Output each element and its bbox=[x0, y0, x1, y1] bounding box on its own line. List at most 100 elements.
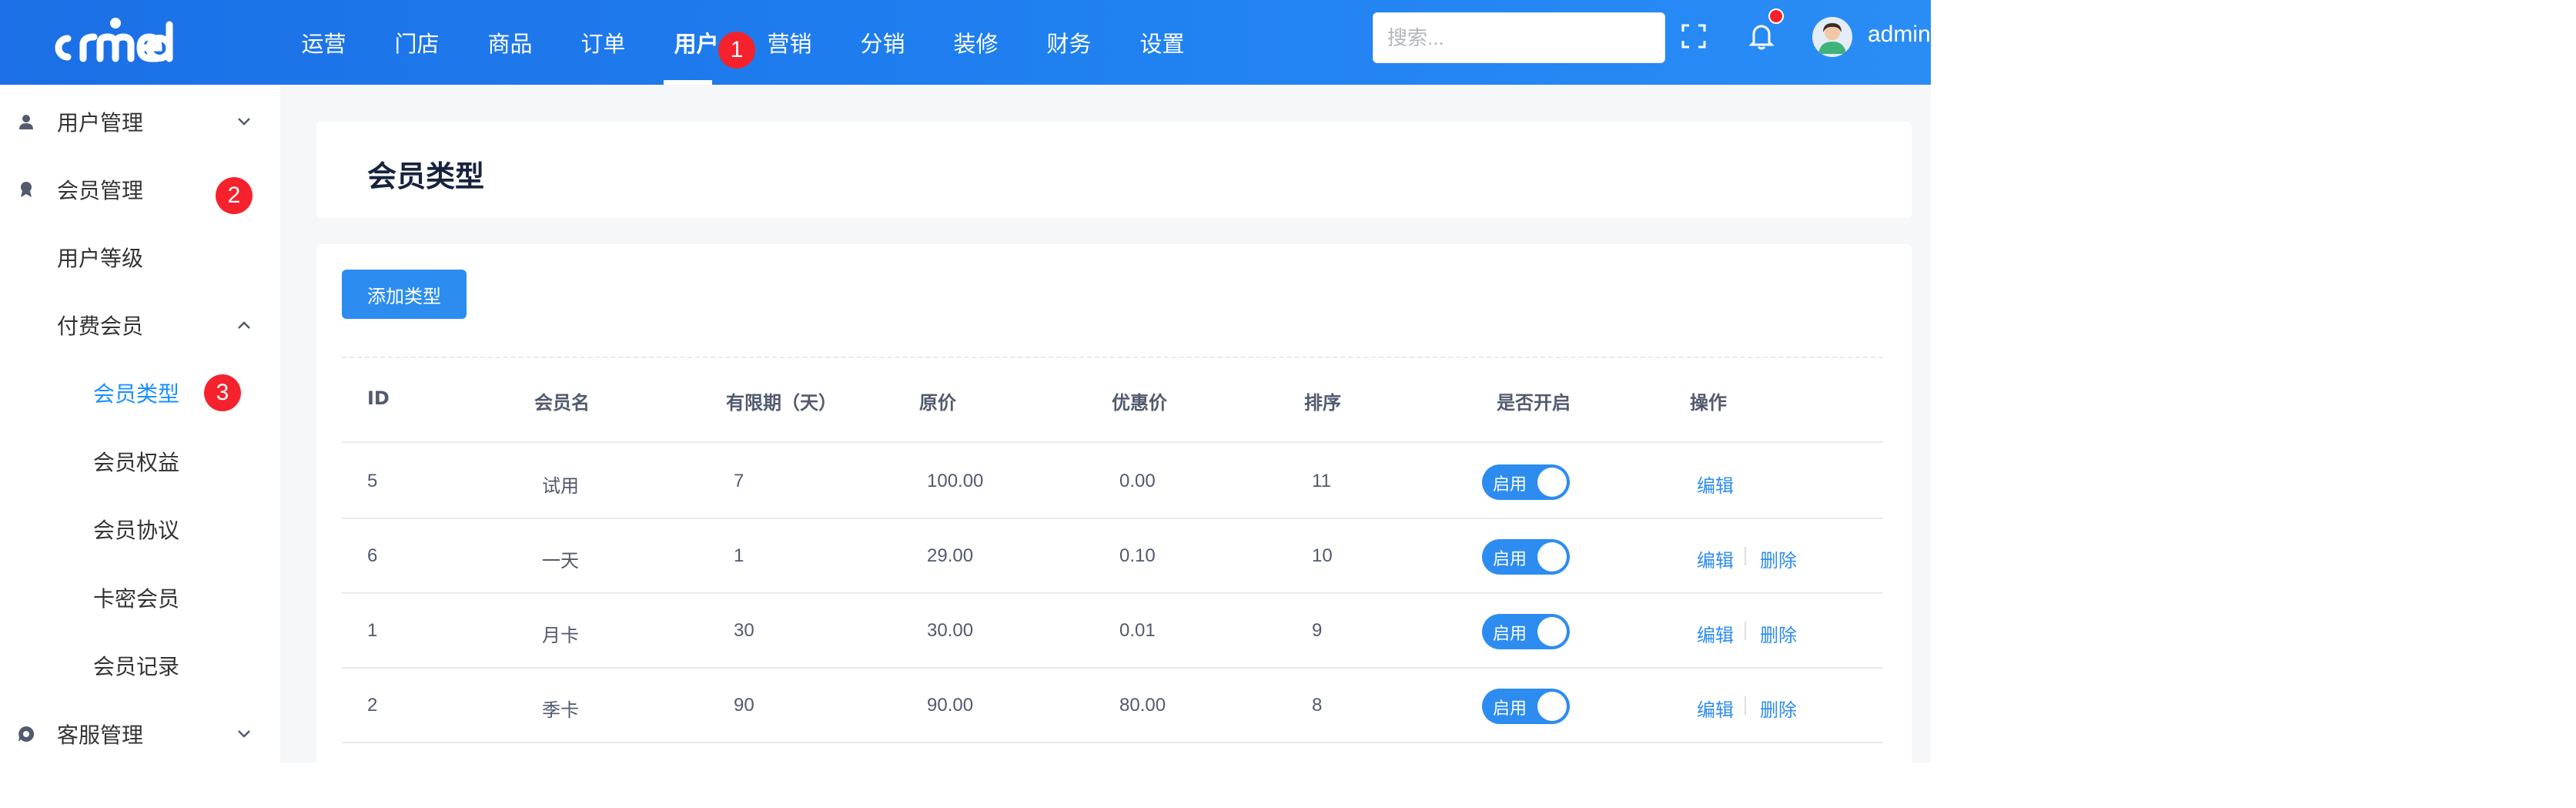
table-card: 添加类型 ID 会员名 有限期（天） 原价 优惠价 排序 是否开启 操作 5 试… bbox=[316, 244, 1912, 763]
step-marker-2: 2 bbox=[216, 177, 253, 214]
cell-days: 30 bbox=[734, 620, 754, 641]
enable-switch[interactable]: 启用 bbox=[1482, 689, 1570, 724]
switch-knob bbox=[1537, 617, 1567, 646]
cell-price: 30.00 bbox=[927, 620, 974, 641]
nav-label: 运营 bbox=[301, 31, 346, 57]
cell-days: 1 bbox=[734, 545, 744, 566]
edit-link[interactable]: 编辑 bbox=[1697, 545, 1734, 572]
sidebar-item-member-agreement[interactable]: 会员协议 bbox=[0, 498, 280, 560]
fullscreen-icon[interactable] bbox=[1677, 19, 1711, 53]
step-marker-3: 3 bbox=[204, 374, 241, 411]
table-header: ID 会员名 有限期（天） 原价 优惠价 排序 是否开启 操作 bbox=[342, 358, 1883, 443]
cell-sort: 11 bbox=[1312, 471, 1331, 491]
sidebar-item-label: 会员类型 bbox=[93, 381, 180, 407]
app-window: 运营 门店 商品 订单 用户 营销 分销 装修 财务 设置 1 搜索... ad… bbox=[0, 0, 1931, 763]
nav-item-store[interactable]: 门店 bbox=[370, 0, 463, 85]
sidebar-item-customer-service[interactable]: 客服管理 bbox=[0, 703, 280, 763]
top-header: 运营 门店 商品 订单 用户 营销 分销 装修 财务 设置 1 搜索... ad… bbox=[0, 0, 1931, 85]
column-header-price: 原价 bbox=[919, 392, 956, 414]
nav-label: 营销 bbox=[767, 31, 812, 57]
switch-knob bbox=[1537, 692, 1567, 721]
cell-id: 6 bbox=[367, 545, 378, 566]
table-row: 1 月卡 30 30.00 0.01 9 启用 编辑 删除 bbox=[342, 594, 1883, 669]
step-marker-1: 1 bbox=[718, 32, 755, 69]
enable-switch[interactable]: 启用 bbox=[1482, 539, 1570, 575]
sidebar-item-label: 会员管理 bbox=[57, 178, 144, 203]
column-header-name: 会员名 bbox=[534, 392, 590, 414]
notification-dot bbox=[1768, 8, 1784, 24]
sidebar-item-user-level[interactable]: 用户等级 bbox=[0, 226, 280, 288]
sidebar-item-label: 用户等级 bbox=[57, 246, 144, 271]
chevron-down-icon bbox=[234, 724, 254, 744]
nav-item-distribution[interactable]: 分销 bbox=[836, 0, 929, 85]
column-header-days: 有限期（天） bbox=[726, 392, 837, 414]
nav-label: 财务 bbox=[1046, 31, 1092, 57]
table-row-partial bbox=[342, 743, 1883, 763]
delete-link[interactable]: 删除 bbox=[1760, 695, 1797, 722]
switch-label: 启用 bbox=[1493, 475, 1527, 495]
column-header-enabled: 是否开启 bbox=[1497, 392, 1571, 414]
cell-name: 一天 bbox=[542, 551, 579, 572]
column-header-discount: 优惠价 bbox=[1112, 392, 1167, 414]
sidebar-item-label: 会员协议 bbox=[93, 518, 180, 543]
crmeb-logo[interactable] bbox=[51, 14, 197, 68]
sidebar-item-user-management[interactable]: 用户管理 bbox=[0, 91, 280, 153]
delete-link[interactable]: 删除 bbox=[1760, 545, 1797, 572]
table-row: 6 一天 1 29.00 0.10 10 启用 编辑 删除 bbox=[342, 519, 1883, 594]
cell-sort: 10 bbox=[1312, 545, 1333, 566]
nav-item-orders[interactable]: 订单 bbox=[557, 0, 650, 85]
sidebar-item-label: 卡密会员 bbox=[93, 586, 180, 612]
sidebar-item-label: 会员权益 bbox=[93, 450, 180, 475]
nav-item-marketing[interactable]: 营销 bbox=[743, 0, 836, 85]
switch-label: 启用 bbox=[1493, 625, 1527, 644]
cell-discount: 80.00 bbox=[1119, 695, 1166, 716]
nav-label: 设置 bbox=[1139, 31, 1185, 57]
column-header-sort: 排序 bbox=[1304, 392, 1341, 414]
action-divider bbox=[1745, 696, 1746, 715]
nav-label: 订单 bbox=[580, 31, 626, 57]
chat-icon bbox=[15, 723, 37, 745]
nav-item-products[interactable]: 商品 bbox=[463, 0, 557, 85]
delete-link[interactable]: 删除 bbox=[1760, 620, 1797, 647]
search-input[interactable] bbox=[1373, 12, 1665, 63]
sidebar-item-card-member[interactable]: 卡密会员 bbox=[0, 567, 280, 629]
nav-label: 装修 bbox=[953, 31, 999, 57]
cell-id: 1 bbox=[367, 620, 378, 641]
table-row: 5 试用 7 100.00 0.00 11 启用 编辑 bbox=[342, 444, 1883, 519]
sidebar-item-paid-member[interactable]: 付费会员 bbox=[0, 294, 280, 356]
nav-item-finance[interactable]: 财务 bbox=[1022, 0, 1116, 85]
cell-days: 90 bbox=[734, 695, 754, 716]
nav-item-decoration[interactable]: 装修 bbox=[929, 0, 1022, 85]
switch-knob bbox=[1537, 468, 1567, 497]
edit-link[interactable]: 编辑 bbox=[1697, 695, 1734, 722]
sidebar-item-label: 用户管理 bbox=[57, 110, 144, 136]
cell-discount: 0.10 bbox=[1119, 545, 1156, 566]
sidebar-item-label: 会员记录 bbox=[93, 654, 180, 679]
username[interactable]: admin bbox=[1868, 22, 1931, 48]
cell-discount: 0.00 bbox=[1119, 471, 1156, 491]
bell-icon[interactable] bbox=[1745, 19, 1778, 53]
enable-switch[interactable]: 启用 bbox=[1482, 464, 1570, 500]
nav-label: 商品 bbox=[487, 31, 533, 57]
nav-item-settings[interactable]: 设置 bbox=[1116, 0, 1209, 85]
page-title: 会员类型 bbox=[367, 159, 485, 193]
switch-label: 启用 bbox=[1493, 699, 1527, 719]
action-divider bbox=[1745, 622, 1746, 640]
sidebar-item-member-records[interactable]: 会员记录 bbox=[0, 635, 280, 696]
edit-link[interactable]: 编辑 bbox=[1697, 620, 1734, 647]
edit-link[interactable]: 编辑 bbox=[1697, 471, 1734, 498]
switch-label: 启用 bbox=[1493, 550, 1527, 569]
avatar[interactable] bbox=[1812, 17, 1852, 57]
title-card: 会员类型 bbox=[316, 122, 1912, 218]
add-type-button[interactable]: 添加类型 bbox=[342, 270, 467, 319]
enable-switch[interactable]: 启用 bbox=[1482, 614, 1570, 649]
cell-sort: 9 bbox=[1312, 620, 1323, 641]
cell-name: 季卡 bbox=[542, 700, 579, 721]
chevron-up-icon bbox=[234, 315, 254, 335]
sidebar-item-member-rights[interactable]: 会员权益 bbox=[0, 431, 280, 492]
cell-name: 试用 bbox=[542, 476, 579, 497]
cell-discount: 0.01 bbox=[1119, 620, 1156, 641]
nav-label: 门店 bbox=[394, 31, 440, 57]
cell-price: 29.00 bbox=[927, 545, 974, 566]
nav-item-operation[interactable]: 运营 bbox=[277, 0, 370, 85]
